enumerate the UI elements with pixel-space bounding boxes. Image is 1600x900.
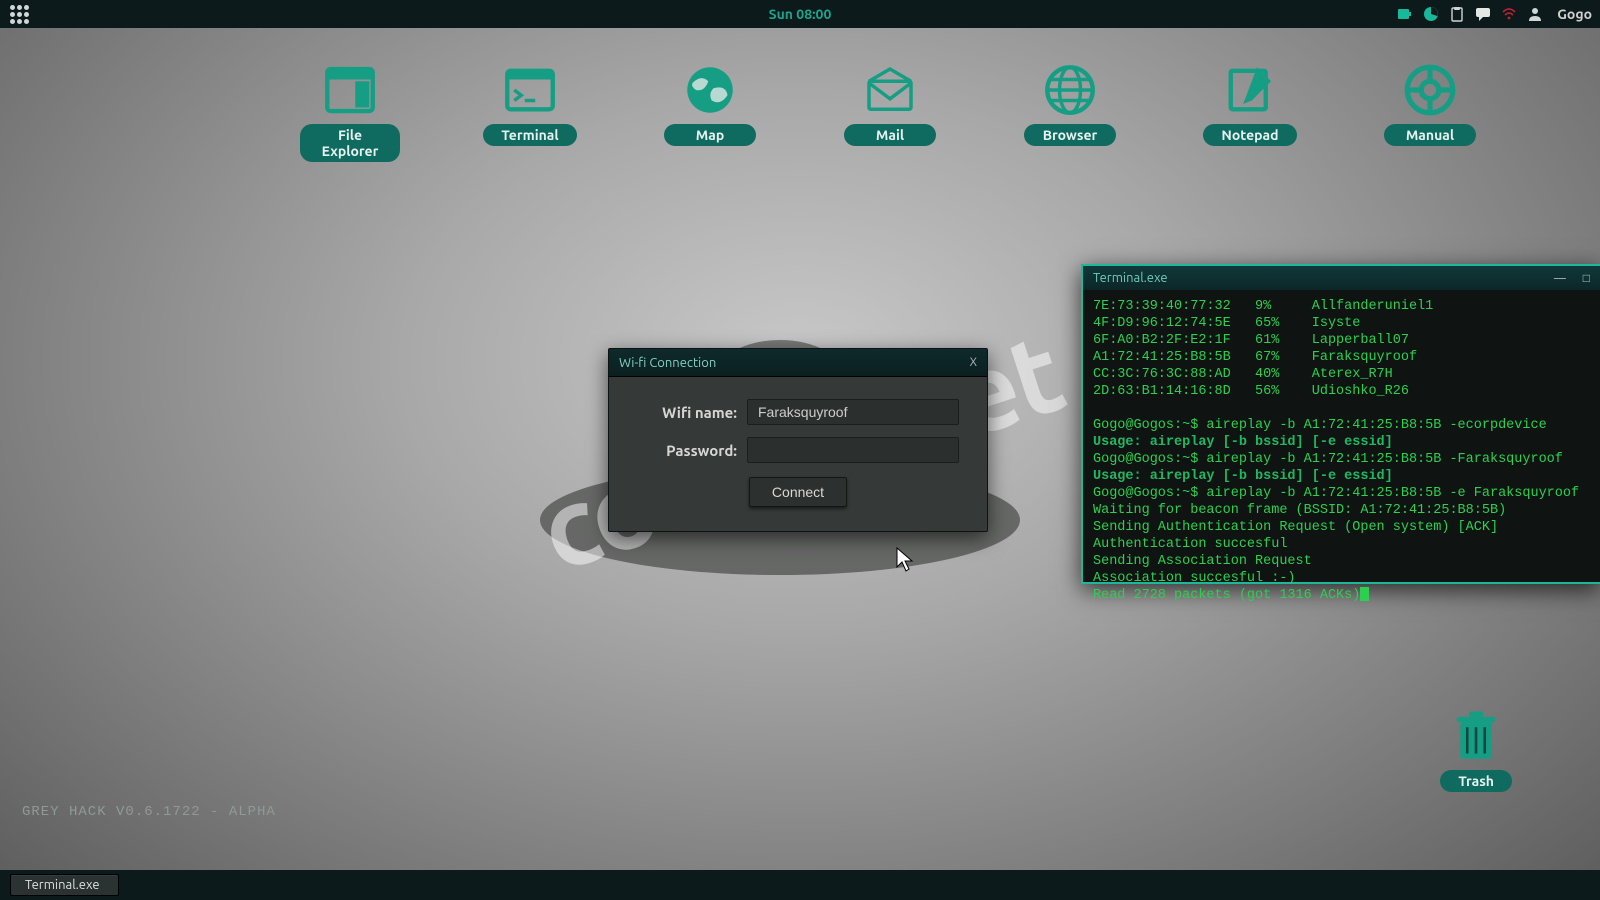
username-label[interactable]: Gogo [1557,6,1592,22]
terminal-title: Terminal.exe [1093,271,1168,285]
terminal-window-controls: — □ [1540,271,1590,285]
notepad-icon [1222,62,1278,118]
wifi-name-input[interactable] [747,399,959,425]
terminal-titlebar[interactable]: Terminal.exe — □ [1083,266,1600,290]
terminal-window[interactable]: Terminal.exe — □ 7E:73:39:40:77:32 9% Al… [1081,264,1600,584]
minimize-icon[interactable]: — [1554,272,1566,285]
mail-icon [862,62,918,118]
desktop-icon-label: Mail [844,124,936,146]
wifi-password-input[interactable] [747,437,959,463]
desktop-icon-terminal[interactable]: Terminal [480,62,580,162]
desktop-icons-row: File Explorer Terminal Map Mail Browser … [300,62,1480,162]
desktop-icon-mail[interactable]: Mail [840,62,940,162]
user-icon[interactable] [1527,6,1543,22]
desktop-icon-label: Browser [1024,124,1116,146]
clipboard-icon[interactable] [1449,6,1465,22]
file-explorer-icon [322,62,378,118]
taskbar: Terminal.exe [0,870,1600,900]
browser-globe-icon [1042,62,1098,118]
system-tray: Gogo [1397,6,1592,22]
terminal-icon [502,62,558,118]
pie-icon[interactable] [1423,6,1439,22]
desktop-icon-label: Terminal [483,124,576,146]
trash-label: Trash [1440,770,1512,792]
wifi-window-title: Wi-fi Connection [619,356,716,370]
apps-grid-icon[interactable] [8,3,30,25]
desktop-icon-browser[interactable]: Browser [1020,62,1120,162]
wifi-window-titlebar[interactable]: Wi-fi Connection X [609,349,987,377]
wifi-off-icon[interactable] [1501,6,1517,22]
desktop-icon-label: Manual [1384,124,1476,146]
trash-icon [1448,708,1504,764]
taskbar-item-terminal[interactable]: Terminal.exe [10,874,119,896]
desktop-icon-label: Notepad [1203,124,1296,146]
terminal-body[interactable]: 7E:73:39:40:77:32 9% Allfanderuniel1 4F:… [1083,290,1600,612]
desktop-icon-manual[interactable]: Manual [1380,62,1480,162]
chat-icon[interactable] [1475,6,1491,22]
wifi-connection-window[interactable]: Wi-fi Connection X Wifi name: Password: … [608,348,988,532]
desktop-icon-notepad[interactable]: Notepad [1200,62,1300,162]
close-icon[interactable]: X [970,356,977,369]
globe-map-icon [682,62,738,118]
wifi-window-body: Wifi name: Password: Connect [609,377,987,531]
desktop-icon-label: Map [664,124,756,146]
desktop-icon-label: File Explorer [300,124,400,162]
desktop-icon-map[interactable]: Map [660,62,760,162]
wifi-name-label: Wifi name: [637,404,737,421]
desktop-icon-file-explorer[interactable]: File Explorer [300,62,400,162]
maximize-icon[interactable]: □ [1583,272,1590,285]
version-text: GREY HACK V0.6.1722 - ALPHA [22,804,276,820]
wifi-password-label: Password: [637,442,737,459]
top-bar: Sun 08:00 Gogo [0,0,1600,28]
connect-button[interactable]: Connect [749,477,847,507]
clock: Sun 08:00 [769,6,832,22]
trash-icon-container[interactable]: Trash [1440,708,1512,792]
battery-icon[interactable] [1397,6,1413,22]
lifebuoy-icon [1402,62,1458,118]
